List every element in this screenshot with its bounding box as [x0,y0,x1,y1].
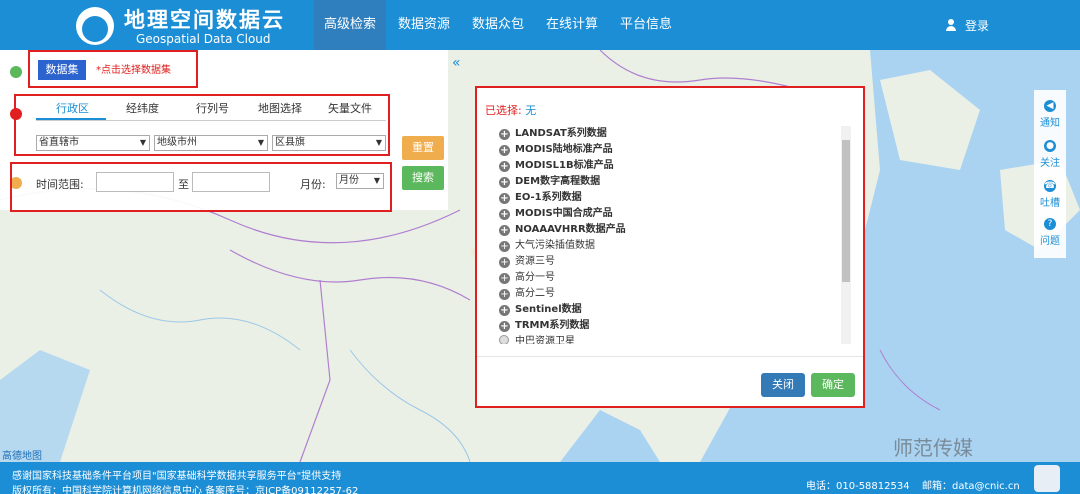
reset-button[interactable]: 重置 [402,136,444,160]
month-select[interactable]: 月份 ▼ [336,173,384,189]
sidebar-item-notice[interactable]: ◀ 通知 [1034,100,1066,129]
selected-summary: 已选择: 无 [485,102,536,118]
watermark: 师范传媒 [893,436,973,460]
selected-value: 无 [525,104,537,117]
close-button[interactable]: 关闭 [761,373,805,397]
expand-plus-icon[interactable]: + [499,273,510,284]
expand-plus-icon[interactable]: + [499,305,510,316]
step1-icon [10,66,22,78]
logo[interactable]: 地理空间数据云 Geospatial Data Cloud [76,4,306,48]
expand-plus-icon[interactable]: + [499,321,510,332]
confirm-button[interactable]: 确定 [811,373,855,397]
footer-email[interactable]: 邮箱：data@cnic.cn [922,477,1020,492]
logo-globe-icon [76,7,114,45]
sidebar-item-follow[interactable]: ● 关注 [1034,140,1066,169]
expand-plus-icon[interactable]: + [499,209,510,220]
tabs-divider [36,120,386,121]
tab-lat-lon[interactable]: 经纬度 [126,100,159,116]
nav-data-resources[interactable]: 数据资源 [388,0,460,50]
chat-icon: ● [1044,140,1056,152]
top-header: 地理空间数据云 Geospatial Data Cloud 高级检索 数据资源 … [0,0,1080,50]
list-item[interactable]: + DEM数字高程数据 [499,174,600,190]
footer: 感谢国家科技基础条件平台项目"国家基础科学数据共享服务平台"提供支持 版权所有：… [0,462,1080,494]
list-item[interactable]: + MODISL1B标准产品 [499,158,614,174]
search-panel: 数据集 *点击选择数据集 行政区 经纬度 行列号 地图选择 矢量文件 省直辖市 ▼… [0,50,448,212]
dataset-hint: *点击选择数据集 [96,65,171,76]
map-credit: 高德地图 [2,451,42,462]
nav-online-compute[interactable]: 在线计算 [536,0,608,50]
speaker-icon: ◀ [1044,100,1056,112]
list-item[interactable]: + 高分一号 [499,270,555,286]
login-link[interactable]: 登录 [945,17,989,34]
expand-plus-icon[interactable]: + [499,161,510,172]
sidebar-item-feedback[interactable]: ☎ 吐槽 [1034,180,1066,209]
chevron-down-icon: ▼ [373,176,380,185]
list-item[interactable]: + NOAAAVHRR数据产品 [499,222,626,238]
login-label: 登录 [965,19,990,33]
end-date-input[interactable] [192,172,270,192]
city-select[interactable]: 地级市州 ▼ [154,135,268,151]
expand-plus-icon[interactable]: + [499,257,510,268]
expand-plus-icon[interactable]: + [499,241,510,252]
scrollbar-thumb[interactable] [842,140,850,282]
nav-advanced-search[interactable]: 高级检索 [314,0,387,50]
tab-path-row[interactable]: 行列号 [196,100,229,116]
list-item[interactable]: + 资源三号 [499,254,555,270]
nav-platform-info[interactable]: 平台信息 [610,0,682,50]
expand-plus-icon[interactable]: + [499,193,510,204]
dataset-list: + LANDSAT系列数据 + MODIS陆地标准产品 + MODISL1B标准产品 … [485,126,853,344]
right-sidebar: ◀ 通知 ● 关注 ☎ 吐槽 ? 问题 [1034,90,1066,258]
logo-title: 地理空间数据云 [124,8,285,32]
list-item[interactable]: + 大气污染插值数据 [499,238,595,254]
phone-icon: ☎ [1044,180,1056,192]
dataset-modal: 已选择: 无 + LANDSAT系列数据 + MODIS陆地标准产品 + MODISL… [475,86,865,408]
county-select[interactable]: 区县旗 ▼ [272,135,386,151]
footer-copyright: 版权所有：中国科学院计算机网络信息中心 备案序号：京ICP备09112257-6… [12,486,359,494]
expand-plus-icon[interactable]: + [499,177,510,188]
tab-admin-region[interactable]: 行政区 [56,100,89,116]
list-item[interactable]: + MODIS陆地标准产品 [499,142,613,158]
expand-plus-icon[interactable]: + [499,129,510,140]
list-item[interactable]: + TRMM系列数据 [499,318,589,334]
list-item[interactable]: 中巴资源卫星 [499,334,575,344]
list-item[interactable]: + LANDSAT系列数据 [499,126,607,142]
sidebar-item-help[interactable]: ? 问题 [1034,218,1066,247]
list-item[interactable]: + Sentinel数据 [499,302,582,318]
user-icon [945,19,957,31]
month-label: 月份: [300,178,326,191]
nav-crowdsourcing[interactable]: 数据众包 [462,0,534,50]
chevron-down-icon: ▼ [257,138,264,147]
trust-badge-icon[interactable] [1034,465,1060,492]
logo-subtitle: Geospatial Data Cloud [136,32,271,46]
search-button[interactable]: 搜索 [402,166,444,190]
tab-vector-file[interactable]: 矢量文件 [328,100,372,116]
tab-map-select[interactable]: 地图选择 [258,100,302,116]
list-scrollbar[interactable] [841,126,851,344]
collapse-panel-icon[interactable]: « [452,55,461,71]
expand-plus-icon[interactable]: + [499,145,510,156]
list-item[interactable]: + EO-1系列数据 [499,190,582,206]
chevron-down-icon: ▼ [375,138,382,147]
expand-plus-icon[interactable]: + [499,289,510,300]
footer-acknowledgement: 感谢国家科技基础条件平台项目"国家基础科学数据共享服务平台"提供支持 [12,471,342,482]
start-date-input[interactable] [96,172,174,192]
list-item[interactable]: + MODIS中国合成产品 [499,206,613,222]
list-item[interactable]: + 高分二号 [499,286,555,302]
dataset-button[interactable]: 数据集 [38,60,86,80]
selected-label: 已选择: [485,104,522,117]
radio-icon[interactable] [499,335,509,344]
footer-phone: 电话：010-58812534 [806,481,910,492]
province-select[interactable]: 省直辖市 ▼ [36,135,150,151]
to-label: 至 [178,178,189,191]
question-icon: ? [1044,218,1056,230]
time-range-label: 时间范围: [36,178,84,191]
expand-plus-icon[interactable]: + [499,225,510,236]
modal-divider [477,356,863,357]
chevron-down-icon: ▼ [139,138,146,147]
